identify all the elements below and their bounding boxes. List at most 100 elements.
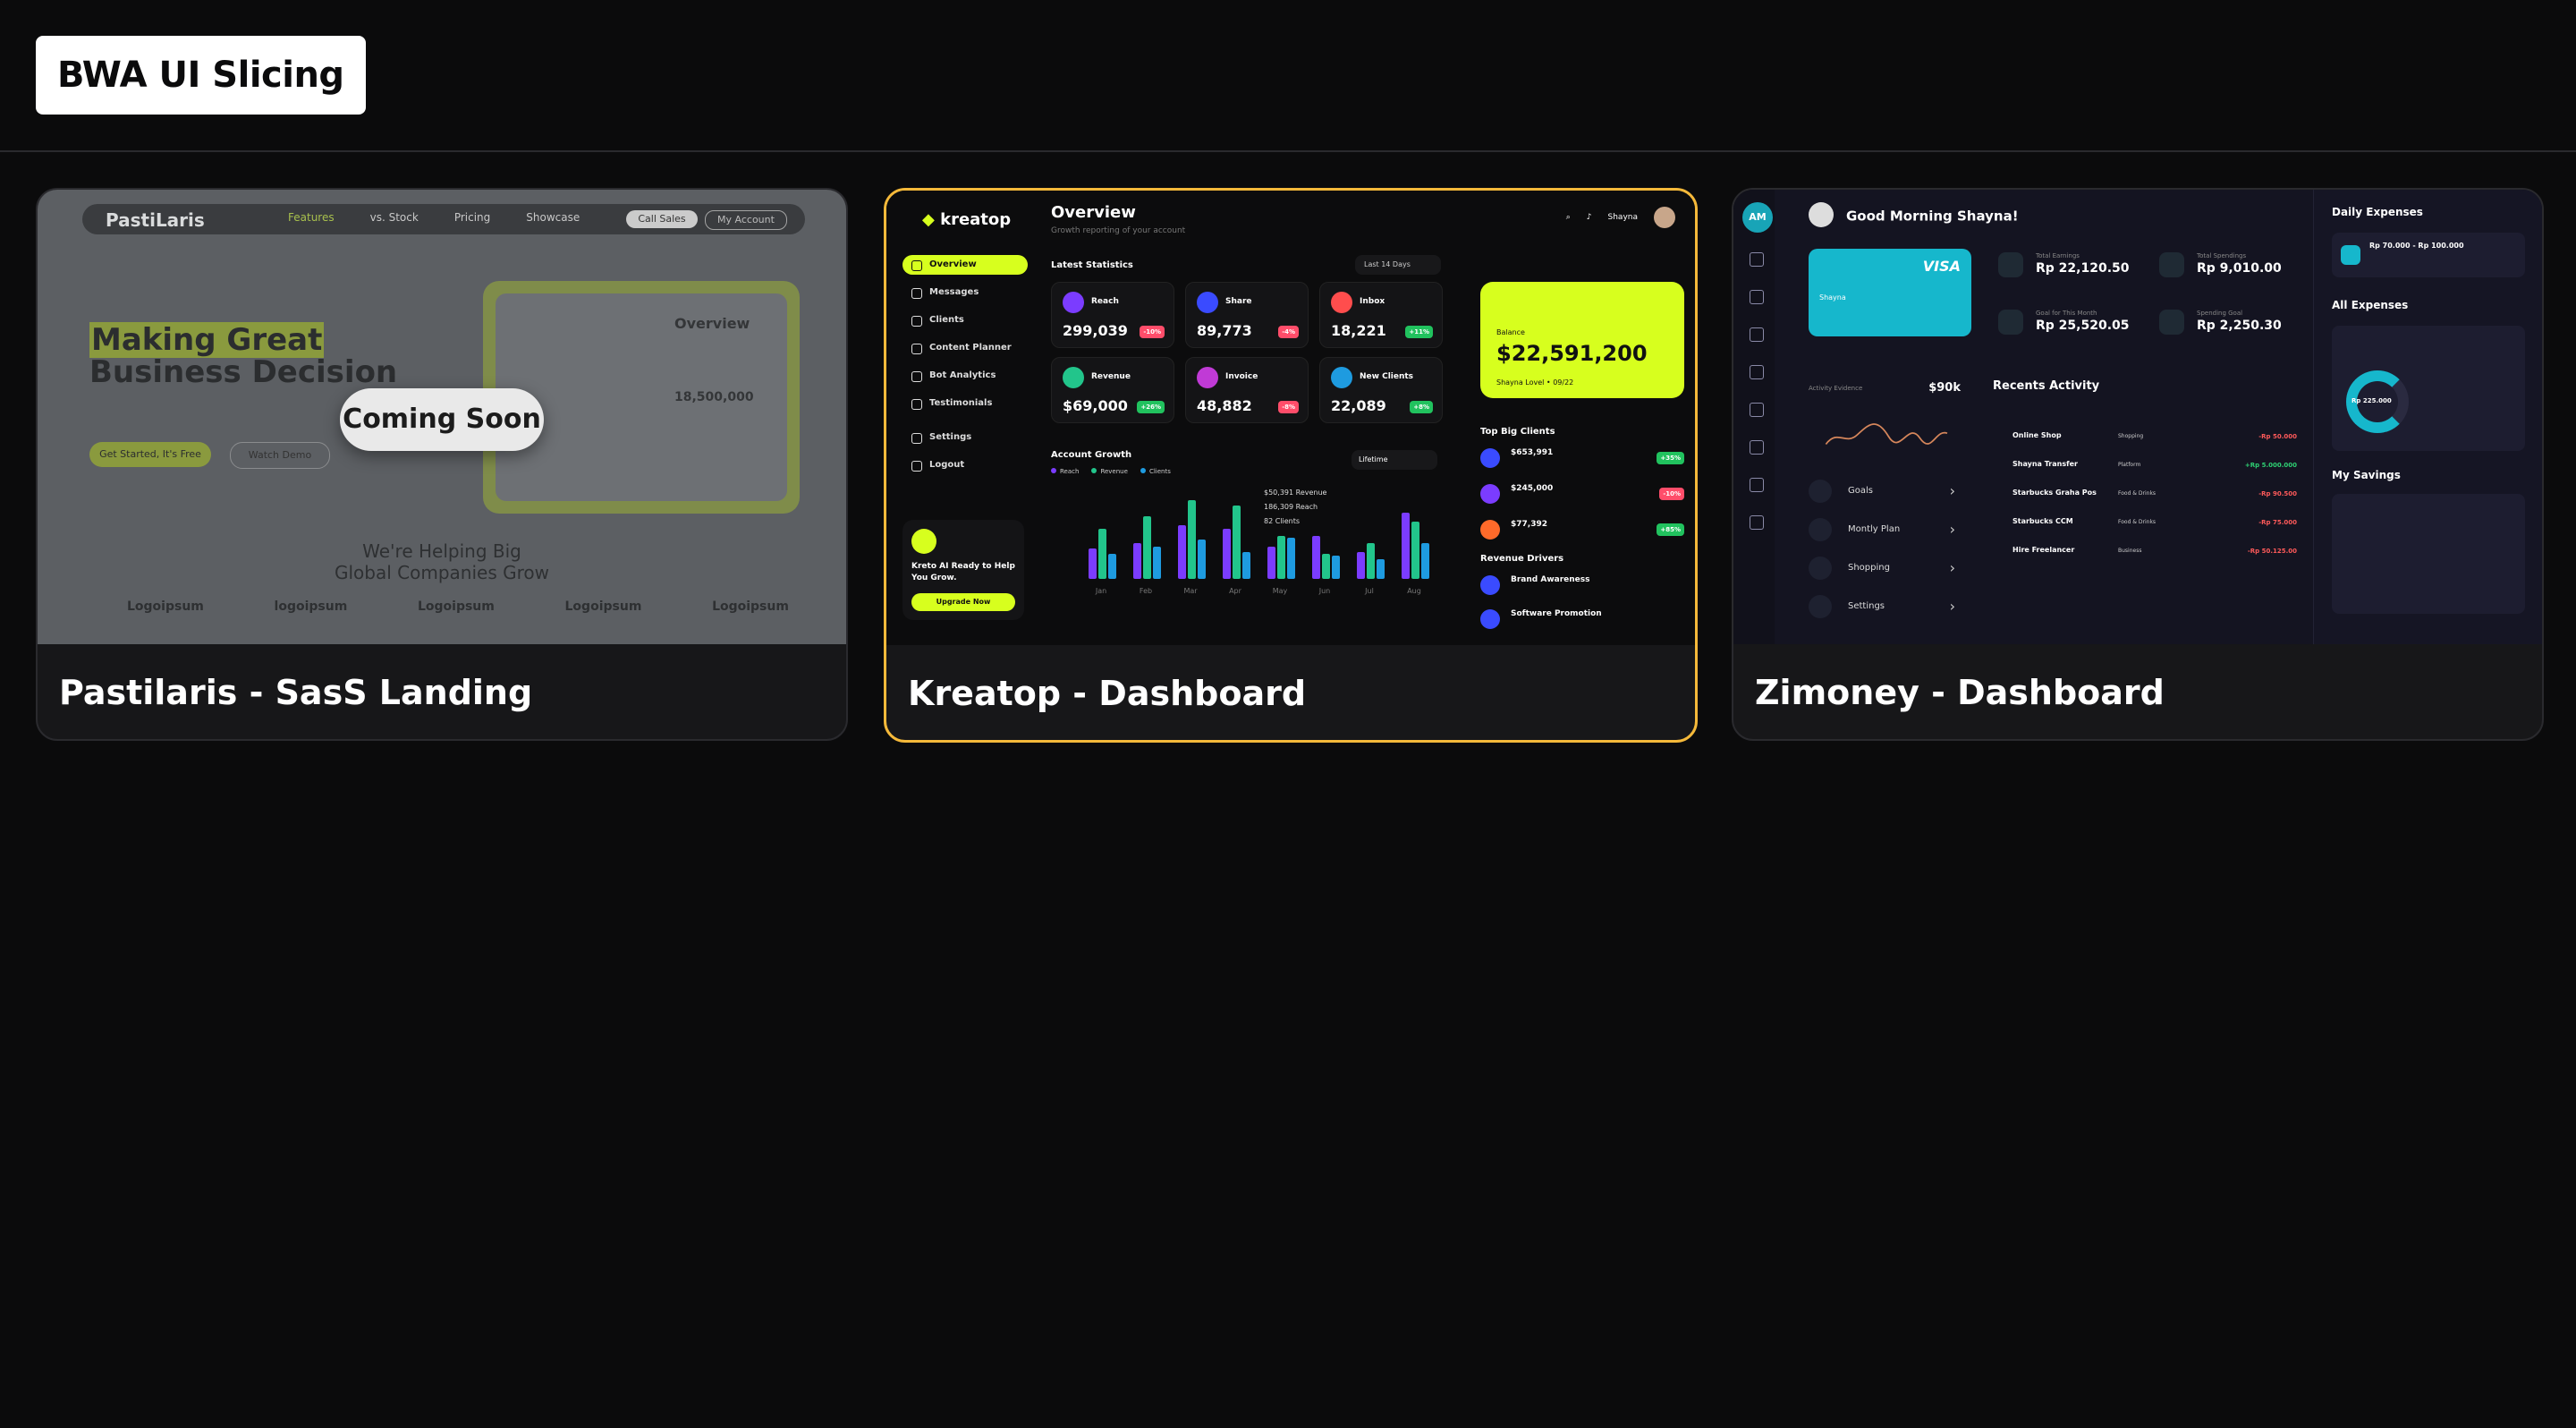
preview-menu-item: Logout: [902, 455, 1028, 475]
chart-legend: Reach Revenue Clients: [1051, 468, 1171, 475]
chart-bar: [1367, 543, 1375, 579]
user-icon: [1750, 440, 1764, 455]
preview-balance-card: Balance $22,591,200 Shayna Lovel • 09/22: [1480, 282, 1684, 398]
project-title: Kreatop - Dashboard: [908, 674, 1307, 713]
preview-cta-primary: Get Started, It's Free: [89, 442, 211, 467]
chart-bar: [1133, 543, 1141, 579]
preview-driver: Brand Awareness: [1480, 574, 1684, 597]
chart-bar: [1377, 559, 1385, 579]
chart-tick-label: Jan: [1095, 587, 1106, 595]
project-card-kreatop[interactable]: ◆ kreatop Overview Messages Clients Cont…: [884, 188, 1698, 743]
chart-tick-label: Jul: [1364, 587, 1374, 595]
preview-nav-link: vs. Stock: [369, 211, 419, 224]
coming-soon-badge: Coming Soon: [340, 388, 544, 451]
chart-bar: [1357, 552, 1365, 579]
preview-upgrade-card: Kreto AI Ready to Help You Grow. Upgrade…: [902, 520, 1024, 620]
chart-bar: [1242, 552, 1250, 579]
wallet-icon: [2341, 245, 2360, 265]
spark-icon: [911, 529, 936, 554]
preview-stat-card: Reach 299,039 -10%: [1051, 282, 1174, 348]
preview-menu-item: Testimonials: [902, 394, 1028, 413]
preview-menu-item: Settings: [1809, 593, 1961, 620]
preview-stat-card: Inbox 18,221 +11%: [1319, 282, 1443, 348]
preview-transaction-row: Starbucks CCM Food & Drinks -Rp 75.000: [2012, 517, 2297, 526]
chart-bar: [1198, 540, 1206, 579]
preview-stat-card: Invoice 48,882 -8%: [1185, 357, 1309, 423]
brand-button[interactable]: BWA UI Slicing: [36, 36, 366, 115]
avatar: [1654, 207, 1675, 228]
chart-bar: [1098, 529, 1106, 579]
chart-tick-label: Apr: [1229, 587, 1242, 595]
stat-icon: [1063, 367, 1084, 388]
preview-visa-card: VISA Shayna: [1809, 249, 1971, 336]
chart-bar: [1277, 536, 1285, 579]
user-name: Shayna: [1607, 213, 1638, 222]
stat-icon: [1331, 367, 1352, 388]
preview-stat: Goal for This Month Rp 25,520.05: [1998, 306, 2159, 342]
preview-client-row: $653,991 +35%: [1480, 446, 1684, 470]
refresh-icon: [1750, 327, 1764, 342]
preview-client-row: $77,392 +85%: [1480, 518, 1684, 541]
preview-menu-item: Shopping: [1809, 555, 1961, 582]
home-icon: [1750, 252, 1764, 267]
preview-menu-item: Overview: [902, 255, 1028, 275]
preview-greeting: Good Morning Shayna!: [1809, 206, 2019, 227]
preview-stat: Total Earnings Rp 22,120.50: [1998, 249, 2159, 285]
chart-tick-label: Feb: [1140, 587, 1152, 595]
top-bar: BWA UI Slicing: [0, 0, 2576, 152]
history-icon: [1750, 478, 1764, 492]
preview-activity: Activity Evidence $90k: [1809, 381, 1961, 463]
stat-icon: [1331, 292, 1352, 313]
chart-bar: [1421, 543, 1429, 579]
preview-client-row: $245,000 -10%: [1480, 482, 1684, 506]
stat-icon: [1063, 292, 1084, 313]
chart-tooltip-line: $50,391 Revenue: [1264, 489, 1327, 497]
preview-bar-chart: Jan Feb Mar Apr May Jun Jul Aug $50,391 Revenue 1…: [1089, 489, 1429, 595]
project-thumbnail: ◆ kreatop Overview Messages Clients Cont…: [886, 191, 1695, 645]
project-title: Pastilaris - SasS Landing: [59, 673, 533, 712]
preview-my-account: My Account: [705, 210, 787, 230]
chart-tick-label: Mar: [1183, 587, 1198, 595]
avatar: AM: [1742, 202, 1773, 233]
preview-menu-item: Content Planner: [902, 338, 1028, 358]
bell-icon: ♪: [1586, 213, 1592, 222]
preview-helping-text: We're Helping Big Global Companies Grow: [335, 540, 549, 583]
chart-bar: [1143, 516, 1151, 579]
preview-cta-secondary: Watch Demo: [230, 442, 330, 469]
preview-nav-link: Pricing: [453, 211, 491, 224]
project-card-zimoney[interactable]: AM Good Morning Shayna! VISA Shayna Tota…: [1732, 188, 2544, 741]
chart-tick-label: May: [1273, 587, 1288, 595]
preview-logo: PastiLaris: [106, 209, 205, 231]
preview-logo: ◆ kreatop: [922, 210, 1012, 229]
preview-transaction-row: Online Shop Shopping -Rp 50.000: [2012, 431, 2297, 440]
gear-icon: [1750, 515, 1764, 530]
chart-bar: [1312, 536, 1320, 579]
project-thumbnail: PastiLaris Features vs. Stock Pricing Sh…: [38, 190, 846, 644]
preview-stat-card: Revenue $69,000 +26%: [1051, 357, 1174, 423]
project-title: Zimoney - Dashboard: [1755, 673, 2165, 712]
preview-menu-item: Montly Plan: [1809, 516, 1961, 543]
preview-menu: Goals Montly Plan Shopping Settings: [1809, 478, 1961, 632]
chart-tick-label: Jun: [1318, 587, 1331, 595]
activity-sparkline: [1825, 423, 1948, 446]
preview-menu-item: Messages: [902, 283, 1028, 302]
chart-tooltip-line: 186,309 Reach: [1264, 503, 1318, 511]
preview-menu-item: Goals: [1809, 478, 1961, 505]
preview-nav-link: Showcase: [526, 211, 580, 224]
project-card-pastilaris[interactable]: PastiLaris Features vs. Stock Pricing Sh…: [36, 188, 848, 741]
preview-right-panel: Daily Expenses Rp 70.000 - Rp 100.000 Al…: [2313, 190, 2542, 644]
preview-account-growth: Account Growth Reach Revenue Clients Lif…: [1051, 450, 1441, 629]
preview-right-panel: ⌕ ♪ Shayna Balance $22,591,200 Shayna Lo…: [1471, 191, 1695, 645]
preview-savings: [2332, 494, 2525, 614]
chart-bar: [1153, 547, 1161, 579]
chart-bar: [1178, 525, 1186, 579]
preview-call-sales: Call Sales: [626, 210, 698, 228]
project-grid: PastiLaris Features vs. Stock Pricing Sh…: [36, 188, 2544, 743]
chart-bar: [1223, 529, 1231, 579]
preview-menu-item: Clients: [902, 310, 1028, 330]
chart-bar: [1322, 554, 1330, 579]
preview-sidebar: ◆ kreatop Overview Messages Clients Cont…: [886, 191, 1038, 645]
chart-tick-label: Aug: [1407, 587, 1421, 595]
chart-bar: [1267, 547, 1275, 579]
chart-bar: [1411, 522, 1419, 579]
